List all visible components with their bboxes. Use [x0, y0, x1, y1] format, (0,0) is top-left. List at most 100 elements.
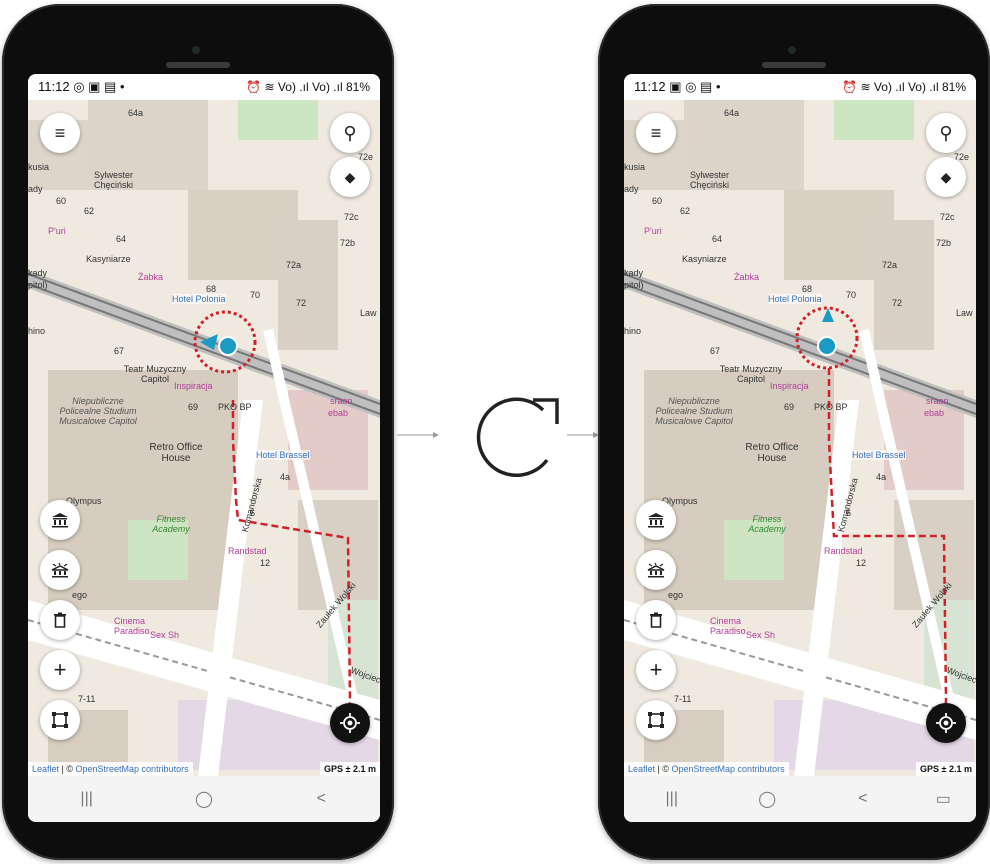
map-view[interactable]: 64a Sylwester Chęciński 60 62 P'uri 64 K…	[624, 100, 976, 776]
label-law: Law	[956, 308, 973, 318]
label-kasyniarze: Kasyniarze	[682, 254, 727, 264]
osm-link[interactable]: OpenStreetMap contributors	[672, 764, 785, 774]
layers-icon: ◆	[940, 168, 952, 185]
home-button[interactable]: ◯	[737, 789, 797, 809]
status-bar: 11:12 ◎ ▣ ▤ • ⏰ ≋ Vo) .ıl Vo) .ıl 81%	[28, 74, 380, 100]
area-select-button[interactable]	[636, 700, 676, 740]
recent-apps-button[interactable]: |||	[642, 790, 702, 808]
label-ego: ego	[668, 590, 684, 600]
label-niepubliczne: Niepubliczne Policealne Studium Musicalo…	[59, 396, 137, 426]
label-pko: PKO BP	[218, 402, 252, 412]
locate-button[interactable]	[926, 703, 966, 743]
label-hino: hino	[624, 326, 642, 336]
rotate-screen-button[interactable]: ▭	[928, 789, 958, 809]
label-hotel-brassel: Hotel Brassel	[852, 450, 906, 460]
label-69: 69	[188, 402, 199, 412]
speaker	[166, 62, 230, 68]
osm-link[interactable]: OpenStreetMap contributors	[76, 764, 189, 774]
label-72c: 72c	[940, 212, 955, 222]
map-attribution: Leaflet | © OpenStreetMap contributors	[28, 762, 193, 776]
search-button[interactable]: ⚲	[330, 113, 370, 153]
recent-apps-button[interactable]: |||	[57, 790, 117, 808]
label-retro: Retro Office House	[745, 442, 799, 464]
museum-alt-button[interactable]	[40, 550, 80, 590]
label-12: 12	[856, 558, 867, 568]
leaflet-link[interactable]: Leaflet	[32, 764, 59, 774]
camera	[192, 46, 200, 54]
battery-level: 81%	[345, 80, 370, 94]
museum-icon	[648, 513, 664, 528]
home-button[interactable]: ◯	[174, 789, 234, 809]
battery-level: 81%	[941, 80, 966, 94]
bounding-box-icon	[52, 712, 68, 728]
map-view[interactable]: 64a Sylwester Chęciński 60 62 P'uri 64 K…	[28, 100, 380, 776]
label-zabka: Żabka	[138, 272, 164, 282]
delete-button[interactable]	[636, 600, 676, 640]
status-time: 11:12	[634, 79, 666, 94]
museum-alt-button[interactable]	[636, 550, 676, 590]
label-law: Law	[360, 308, 377, 318]
label-62: 62	[680, 206, 691, 216]
label-72b: 72b	[340, 238, 356, 248]
label-sraon: sraon	[926, 396, 949, 406]
label-kusia: kusia	[624, 162, 646, 172]
delete-button[interactable]	[40, 600, 80, 640]
label-randstad: Randstad	[824, 546, 863, 556]
label-68: 68	[206, 284, 217, 294]
label-70: 70	[250, 290, 261, 300]
status-time: 11:12	[38, 79, 70, 94]
trash-icon	[54, 612, 66, 628]
layers-button[interactable]: ◆	[330, 157, 370, 197]
menu-button[interactable]: ≡	[636, 113, 676, 153]
locate-icon	[936, 713, 956, 733]
leaflet-link[interactable]: Leaflet	[628, 764, 655, 774]
label-kady: kady	[28, 268, 48, 278]
label-pko: PKO BP	[814, 402, 848, 412]
label-7-11: 7-11	[78, 694, 96, 704]
layers-icon: ◆	[344, 168, 356, 185]
label-72a: 72a	[882, 260, 898, 270]
gps-accuracy: GPS ± 2.1 m	[916, 762, 976, 776]
museum-button[interactable]	[636, 500, 676, 540]
add-button[interactable]: +	[636, 650, 676, 690]
label-69: 69	[784, 402, 795, 412]
attribution-separator: | ©	[655, 764, 672, 774]
transition-graphic	[395, 380, 600, 490]
label-62: 62	[84, 206, 95, 216]
label-72: 72	[892, 298, 903, 308]
label-60: 60	[56, 196, 67, 206]
label-72: 72	[296, 298, 307, 308]
attribution-separator: | ©	[59, 764, 76, 774]
label-7-11: 7-11	[674, 694, 692, 704]
label-kusia: kusia	[28, 162, 50, 172]
label-fitness: Fitness Academy	[748, 514, 786, 534]
add-button[interactable]: +	[40, 650, 80, 690]
back-button[interactable]: <	[291, 790, 351, 808]
label-zabka: Żabka	[734, 272, 760, 282]
search-icon: ⚲	[939, 122, 953, 143]
label-sex: Sex Sh	[746, 630, 776, 640]
search-icon: ⚲	[343, 122, 357, 143]
label-68: 68	[802, 284, 813, 294]
label-inspiracja: Inspiracja	[174, 381, 213, 391]
search-button[interactable]: ⚲	[926, 113, 966, 153]
area-select-button[interactable]	[40, 700, 80, 740]
museum-button[interactable]	[40, 500, 80, 540]
label-sylwester: Sylwester Chęciński	[690, 170, 730, 190]
map-attribution: Leaflet | © OpenStreetMap contributors	[624, 762, 789, 776]
label-sex: Sex Sh	[150, 630, 180, 640]
label-pitol: pitol)	[28, 280, 48, 290]
system-nav-bar: ||| ◯ < ▭	[624, 776, 976, 822]
label-puri: P'uri	[644, 226, 662, 236]
label-4a: 4a	[280, 472, 291, 482]
menu-button[interactable]: ≡	[40, 113, 80, 153]
back-button[interactable]: <	[833, 790, 893, 808]
status-icons-left: ▣ ◎ ▤ •	[669, 79, 721, 94]
label-67: 67	[114, 346, 125, 356]
label-puri: P'uri	[48, 226, 66, 236]
status-bar: 11:12 ▣ ◎ ▤ • ⏰ ≋ Vo) .ıl Vo) .ıl 81%	[624, 74, 976, 100]
label-72c: 72c	[344, 212, 359, 222]
label-inspiracja: Inspiracja	[770, 381, 809, 391]
layers-button[interactable]: ◆	[926, 157, 966, 197]
locate-button[interactable]	[330, 703, 370, 743]
